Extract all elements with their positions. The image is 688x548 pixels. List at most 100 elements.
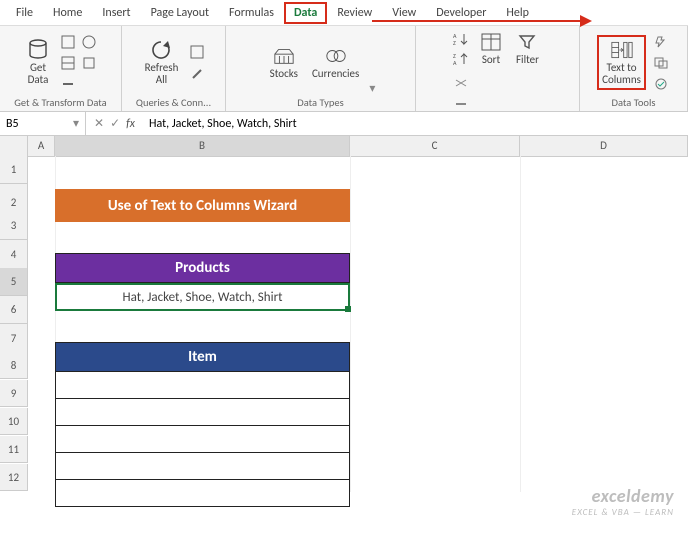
row-header-12[interactable]: 12 [0,464,28,491]
item-header-cell[interactable]: Item [55,342,350,372]
from-text-icon[interactable] [59,33,77,51]
stocks-icon [273,45,295,67]
refresh-icon [150,39,172,61]
cancel-formula-icon[interactable]: ✕ [94,116,104,131]
text-to-columns-button[interactable]: Text to Columns [597,35,646,90]
row-header-4[interactable]: 4 [0,240,28,270]
filter-button[interactable]: Filter [512,29,543,68]
watermark-tagline: EXCEL & VBA — LEARN [572,507,674,518]
title-banner: Use of Text to Columns Wizard [55,189,350,222]
from-web-icon[interactable] [80,33,98,51]
queries-prop-icon[interactable] [188,43,206,61]
item-row[interactable] [55,480,350,507]
item-row[interactable] [55,399,350,426]
text-to-columns-icon [611,39,633,61]
group-sortfilter: AZ ZA Sort Filter Sort & Filter [416,26,580,111]
row-header-7[interactable]: 7 [0,324,28,354]
clear-filter-icon[interactable] [452,74,470,92]
name-box[interactable]: ▾ [0,112,86,135]
currencies-label: Currencies [312,68,359,80]
products-header-cell[interactable]: Products [55,253,350,283]
group-label-datatools: Data Tools [584,96,683,109]
select-all-triangle[interactable] [0,136,28,157]
recent-sources-icon[interactable] [80,54,98,72]
menu-formulas[interactable]: Formulas [219,2,284,24]
products-value-cell[interactable]: Hat, Jacket, Shoe, Watch, Shirt [55,283,350,311]
get-data-button[interactable]: Get Data [23,37,53,88]
from-table-icon[interactable] [59,54,77,72]
database-icon [27,39,49,61]
sort-asc-icon[interactable]: AZ [452,30,470,48]
sort-button[interactable]: Sort [476,29,506,68]
remove-dup-icon[interactable] [652,54,670,72]
formula-input[interactable] [143,117,688,131]
cell-grid[interactable]: Use of Text to Columns Wizard Products H… [28,156,688,492]
flash-fill-icon[interactable] [652,33,670,51]
row-header-9[interactable]: 9 [0,380,28,407]
worksheet[interactable]: A B C D 123456789101112 Use of Text to C… [0,136,688,492]
row-headers: 123456789101112 [0,156,28,492]
ribbon: Get Data Get & Transform Data Refresh Al… [0,26,688,112]
sort-label: Sort [482,54,500,66]
row-header-1[interactable]: 1 [0,156,28,184]
menu-home[interactable]: Home [43,2,92,24]
row-header-11[interactable]: 11 [0,436,28,463]
item-rows[interactable] [55,372,350,507]
row-header-6[interactable]: 6 [0,296,28,324]
filter-label: Filter [516,54,539,66]
watermark: exceldemy EXCEL & VBA — LEARN [572,485,674,518]
row-header-8[interactable]: 8 [0,352,28,379]
chevron-down-icon[interactable]: ▾ [369,81,375,96]
sort-icon [480,31,502,53]
svg-text:Z: Z [453,39,456,46]
watermark-brand: exceldemy [572,485,674,507]
menu-data[interactable]: Data [284,2,327,24]
refresh-all-button[interactable]: Refresh All [141,37,183,88]
currencies-button[interactable]: Currencies [308,43,363,82]
group-label-transform: Get & Transform Data [4,96,117,109]
enter-formula-icon[interactable]: ✓ [110,116,120,131]
refresh-label: Refresh All [145,62,179,86]
group-get-transform: Get Data Get & Transform Data [0,26,122,111]
menu-help[interactable]: Help [496,2,539,24]
existing-conn-icon[interactable] [59,75,77,93]
group-datatools: Text to Columns Data Tools [580,26,688,111]
menu-insert[interactable]: Insert [92,2,140,24]
menu-review[interactable]: Review [327,2,382,24]
item-row[interactable] [55,453,350,480]
menu-pagelayout[interactable]: Page Layout [141,2,219,24]
group-label-datatypes: Data Types [230,96,411,109]
stocks-label: Stocks [270,68,298,80]
fx-icon[interactable]: fx [126,117,135,131]
filter-icon [516,31,538,53]
row-header-3[interactable]: 3 [0,212,28,240]
row-header-10[interactable]: 10 [0,408,28,435]
stocks-button[interactable]: Stocks [266,43,302,82]
menu-developer[interactable]: Developer [426,2,496,24]
group-queries: Refresh All Queries & Conn... [122,26,226,111]
col-header-b[interactable]: B [55,136,350,157]
text-to-columns-label: Text to Columns [602,62,641,86]
svg-text:A: A [453,59,457,66]
item-row[interactable] [55,426,350,453]
name-box-dropdown-icon[interactable]: ▾ [73,116,79,131]
menu-file[interactable]: File [6,2,43,24]
column-headers: A B C D [0,136,688,156]
reapply-icon[interactable] [452,95,470,113]
edit-links-icon[interactable] [188,65,206,83]
col-header-d[interactable]: D [520,136,688,157]
group-label-queries: Queries & Conn... [126,96,221,109]
formula-bar: ▾ ✕ ✓ fx [0,112,688,136]
row-header-5[interactable]: 5 [0,268,28,296]
transform-mini-buttons [59,33,98,93]
group-datatypes: Stocks Currencies ▾ Data Types [226,26,416,111]
menu-view[interactable]: View [382,2,426,24]
col-header-a[interactable]: A [28,136,55,157]
name-box-input[interactable] [6,117,56,131]
currencies-icon [325,45,347,67]
data-validation-icon[interactable] [652,75,670,93]
get-data-label: Get Data [28,62,49,86]
sort-desc-icon[interactable]: ZA [452,50,470,68]
col-header-c[interactable]: C [350,136,520,157]
item-row[interactable] [55,372,350,399]
